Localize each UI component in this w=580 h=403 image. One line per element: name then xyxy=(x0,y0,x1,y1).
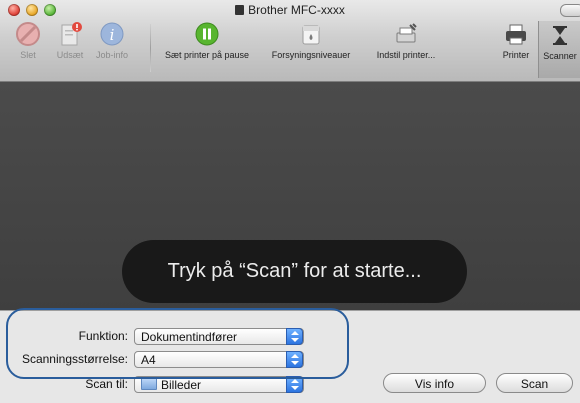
show-info-button[interactable]: Vis info xyxy=(383,373,486,393)
scan-size-select-value: A4 xyxy=(141,353,156,367)
pause-icon xyxy=(195,22,219,46)
toolbar-separator xyxy=(150,24,151,72)
scan-size-select[interactable]: A4 xyxy=(134,351,304,368)
toolbar-printer-setup-button[interactable]: Indstil printer... xyxy=(362,20,450,60)
scan-size-label: Scanningsstørrelse: xyxy=(21,352,128,366)
window-toolbar: Brother MFC-xxxx Slet Udsæt i Job-info S… xyxy=(0,0,580,82)
pictures-folder-icon xyxy=(141,378,157,390)
scan-to-select[interactable]: Billeder xyxy=(134,376,304,393)
function-select[interactable]: Dokumentindfører xyxy=(134,328,304,345)
svg-text:i: i xyxy=(110,26,115,44)
printer-doc-icon xyxy=(235,5,245,15)
toolbar-delete-button[interactable]: Slet xyxy=(8,20,48,60)
scan-settings-panel: Funktion: Dokumentindfører Scanningsstør… xyxy=(0,310,580,403)
toolbar-printer-button[interactable]: Printer xyxy=(496,20,536,60)
toolbar-hold-button[interactable]: Udsæt xyxy=(50,20,90,60)
window-title: Brother MFC-xxxx xyxy=(0,3,580,17)
toolbar-job-info-button[interactable]: i Job-info xyxy=(92,20,132,60)
toolbar-scanner-button[interactable]: Scanner xyxy=(538,21,580,78)
printer-setup-icon xyxy=(396,23,417,43)
function-label: Funktion: xyxy=(78,329,128,343)
supply-levels-icon xyxy=(302,25,320,45)
toolbar-supply-levels-button[interactable]: Forsyningsniveauer xyxy=(263,20,359,60)
scan-preview-area: Tryk på “Scan” for at starte... xyxy=(0,82,580,310)
info-icon: i xyxy=(100,22,124,46)
scan-instruction-hud: Tryk på “Scan” for at starte... xyxy=(122,240,467,303)
scanner-window: Brother MFC-xxxx Slet Udsæt i Job-info S… xyxy=(0,0,580,403)
scan-to-label: Scan til: xyxy=(85,377,128,391)
toolbar-pause-button[interactable]: Sæt printer på pause xyxy=(156,20,258,60)
popup-arrows-icon xyxy=(286,376,303,393)
scan-to-select-value: Billeder xyxy=(161,378,202,392)
toolbar-toggle-button[interactable] xyxy=(560,4,580,17)
printer-icon xyxy=(506,24,526,45)
delete-icon xyxy=(16,22,40,46)
scanner-icon xyxy=(553,26,567,45)
scan-button[interactable]: Scan xyxy=(496,373,573,393)
popup-arrows-icon xyxy=(286,328,303,345)
hold-icon xyxy=(61,22,82,46)
popup-arrows-icon xyxy=(286,351,303,368)
function-select-value: Dokumentindfører xyxy=(141,330,238,344)
